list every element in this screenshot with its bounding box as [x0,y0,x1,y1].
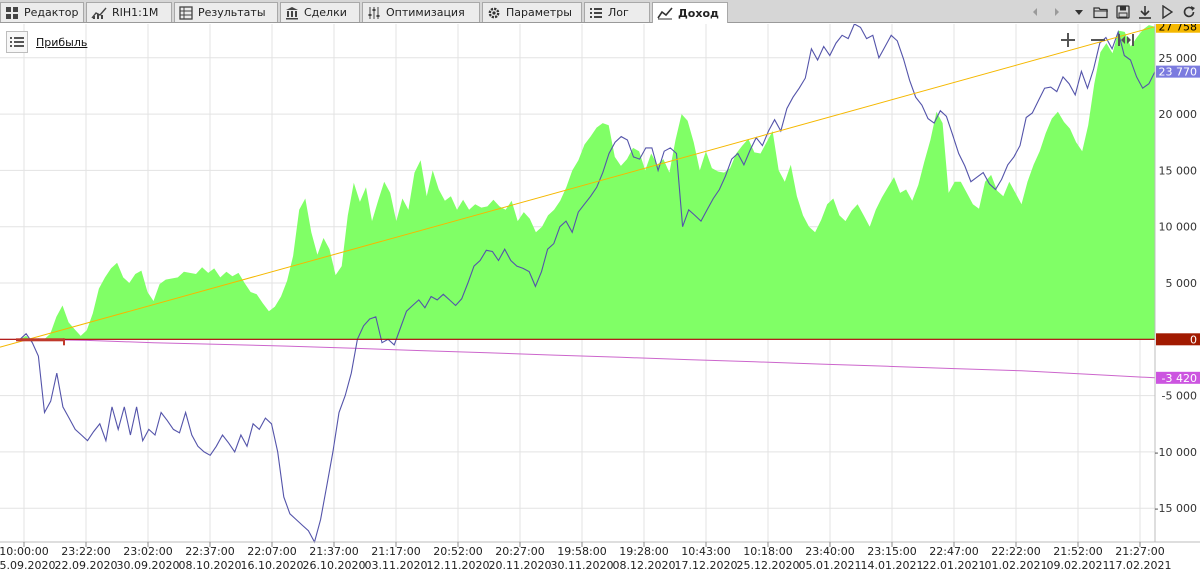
x-tick-date: 05.01.2021 [799,559,862,572]
y-tick-label: -5 000 [1162,390,1197,403]
tab-1[interactable]: Редактор [0,2,84,22]
tab-label: Редактор [24,6,79,19]
x-tick-date: 22.09.2020 [55,559,118,572]
grid-icon [5,6,24,20]
x-tick-time: 22:37:00 [185,545,234,558]
zoom-in-icon[interactable] [1061,33,1075,47]
x-tick-date: 17.02.2021 [1109,559,1172,572]
chevron-down-icon[interactable] [1068,2,1090,22]
x-tick-date: 12.11.2020 [427,559,490,572]
x-tick-date: 26.10.2020 [303,559,366,572]
tab-label: RIH1:1M [112,6,159,19]
value-badge-label: 23 770 [1159,66,1198,79]
tab-4[interactable]: Сделки [280,2,360,22]
x-tick-time: 21:52:00 [1053,545,1102,558]
x-tick-date: 08.10.2020 [179,559,242,572]
x-tick-time: 10:43:00 [681,545,730,558]
close-tab-icon[interactable]: ✕ [727,7,728,20]
profit-chart[interactable]: 25 000 20 000 15 000 10 000 5 000 -5 000 -10 0… [0,20,1200,574]
download-icon[interactable] [1134,2,1156,22]
x-tick-date: 01.02.2021 [985,559,1048,572]
open-folder-icon[interactable] [1090,2,1112,22]
sliders-icon [367,6,386,20]
x-tick-date: 08.12.2020 [613,559,676,572]
x-tick-time: 20:52:00 [433,545,482,558]
legend-label-profit[interactable]: Прибыль [36,36,87,49]
x-tick-time: 22:07:00 [247,545,296,558]
x-tick-date: 14.01.2021 [861,559,924,572]
tab-3[interactable]: Результаты [174,2,278,22]
tab-label: Результаты [198,6,266,19]
y-tick-label: 5 000 [1166,277,1198,290]
tab-7[interactable]: Лог [584,2,650,22]
play-icon[interactable] [1156,2,1178,22]
x-tick-time: 23:02:00 [123,545,172,558]
value-badge-label: -3 420 [1162,372,1197,385]
x-tick-time: 10:18:00 [743,545,792,558]
tab-6[interactable]: Параметры [482,2,582,22]
x-tick-time: 21:17:00 [371,545,420,558]
y-tick-label: 10 000 [1159,221,1198,234]
loss-marker [16,338,64,342]
table-icon [179,5,198,20]
loss-marker-tick [63,338,65,346]
value-badge-label: 0 [1190,333,1197,346]
x-tick-time: 21:27:00 [1115,545,1164,558]
save-icon[interactable] [1112,2,1134,22]
y-tick-label: 20 000 [1159,108,1198,121]
x-tick-time: 19:28:00 [619,545,668,558]
x-tick-date: 15.09.2020 [0,559,55,572]
legend-list-icon[interactable] [6,31,28,53]
tab-8[interactable]: Доход ✕ [652,2,728,23]
tab-label: Лог [608,6,629,19]
nav-next-icon[interactable] [1046,2,1068,22]
tab-2[interactable]: RIH1:1M [86,2,172,22]
x-tick-time: 20:27:00 [495,545,544,558]
x-tick-date: 22.01.2021 [923,559,986,572]
bank-icon [285,6,304,20]
tab-label: Сделки [304,6,347,19]
tab-bar: Редактор RIH1:1M Результаты Сделки Оптимизац… [0,0,1200,23]
value-badge-label: 27 758 [1159,24,1198,34]
y-tick-label: -10 000 [1155,446,1197,459]
x-tick-time: 21:37:00 [309,545,358,558]
x-tick-date: 09.02.2021 [1047,559,1110,572]
line-chart-icon [657,6,678,20]
x-tick-date: 17.12.2020 [675,559,738,572]
x-tick-date: 25.12.2020 [737,559,800,572]
gear-icon [487,6,506,20]
x-tick-date: 30.09.2020 [117,559,180,572]
x-tick-date: 16.10.2020 [241,559,304,572]
y-tick-label: -15 000 [1155,502,1197,515]
toolbar [1024,1,1200,22]
x-tick-date: 30.11.2020 [551,559,614,572]
tab-label: Оптимизация [386,6,465,19]
x-tick-time: 23:22:00 [61,545,110,558]
drawdown-line-series [19,338,1156,379]
y-tick-label: 25 000 [1159,52,1198,65]
nav-prev-icon[interactable] [1024,2,1046,22]
x-tick-time: 22:22:00 [991,545,1040,558]
tab-label: Доход [678,6,719,20]
y-axis-panel [1155,24,1200,574]
chart-bars-icon [91,6,112,20]
x-tick-time: 23:40:00 [805,545,854,558]
list-icon [589,6,608,20]
y-tick-label: 15 000 [1159,164,1198,177]
chart-legend: Прибыль [6,31,87,53]
x-tick-date: 03.11.2020 [365,559,428,572]
x-tick-date: 20.11.2020 [489,559,552,572]
tab-5[interactable]: Оптимизация [362,2,480,22]
x-tick-time: 19:58:00 [557,545,606,558]
chart-area[interactable]: 25 000 20 000 15 000 10 000 5 000 -5 000 -10 0… [0,20,1200,574]
x-tick-time: 22:47:00 [929,545,978,558]
x-tick-time: 10:00:00 [0,545,49,558]
x-tick-time: 23:15:00 [867,545,916,558]
refresh-icon[interactable] [1178,2,1200,22]
tab-label: Параметры [506,6,572,19]
